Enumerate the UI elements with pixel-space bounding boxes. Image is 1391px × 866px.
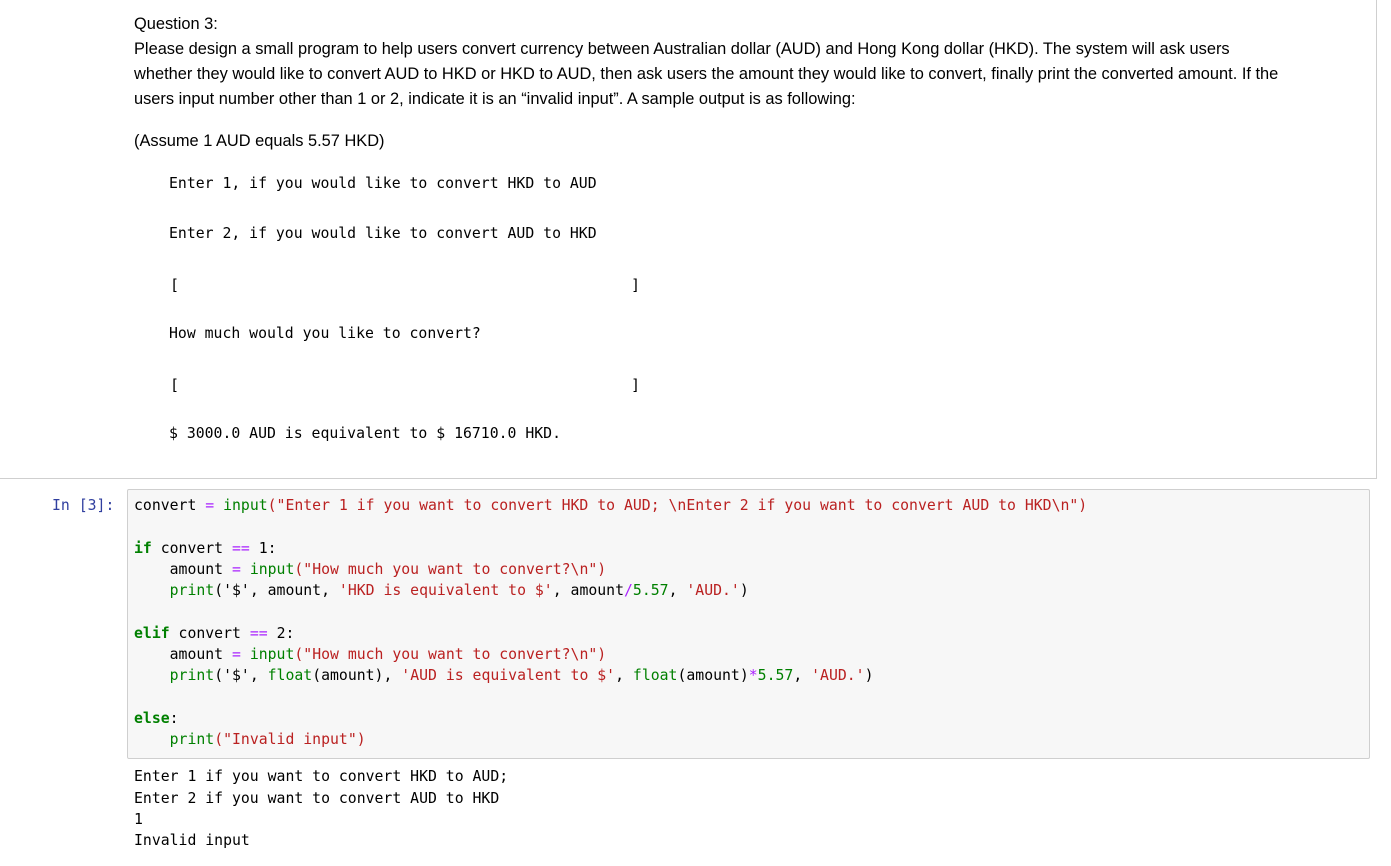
code-line: amount = input("How much you want to con… [134, 646, 607, 663]
code-line: if convert == 1: [134, 540, 277, 557]
sample-line-enter-2: Enter 2, if you would like to convert AU… [169, 225, 597, 242]
code-line: amount = input("How much you want to con… [134, 561, 607, 578]
question-paragraph: Please design a small program to help us… [134, 37, 1364, 112]
markdown-cell[interactable]: Question 3: Please design a small progra… [0, 0, 1377, 479]
code-line: print('$', float(amount), 'AUD is equiva… [134, 667, 874, 684]
output-line: Enter 2 if you want to convert AUD to HK… [134, 790, 500, 807]
sample-bracket-close: ] [631, 276, 641, 294]
output-line: Enter 1 if you want to convert HKD to AU… [134, 768, 509, 785]
input-prompt: In [3]: [52, 497, 115, 514]
paragraph-line: users input number other than 1 or 2, in… [134, 90, 856, 108]
output-line: 1 [134, 811, 143, 828]
assumption-text: (Assume 1 AUD equals 5.57 HKD) [134, 132, 385, 150]
sample-line-enter-1: Enter 1, if you would like to convert HK… [169, 175, 597, 192]
sample-bracket-close: ] [631, 376, 641, 394]
code-editor[interactable] [127, 489, 1370, 759]
code-line: else: [134, 710, 179, 727]
code-line: elif convert == 2: [134, 625, 295, 642]
code-line: print("Invalid input") [134, 731, 366, 748]
output-line: Invalid input [134, 832, 250, 849]
sample-bracket-open: [ [170, 376, 180, 394]
code-line: print('$', amount, 'HKD is equivalent to… [134, 582, 749, 599]
sample-line-result: $ 3000.0 AUD is equivalent to $ 16710.0 … [169, 425, 561, 442]
question-title: Question 3: [134, 15, 218, 33]
code-line: convert = input("Enter 1 if you want to … [134, 497, 1088, 514]
paragraph-line: whether they would like to convert AUD t… [134, 65, 1279, 83]
sample-bracket-open: [ [170, 276, 180, 294]
paragraph-line: Please design a small program to help us… [134, 40, 1230, 58]
sample-line-how-much: How much would you like to convert? [169, 325, 481, 342]
